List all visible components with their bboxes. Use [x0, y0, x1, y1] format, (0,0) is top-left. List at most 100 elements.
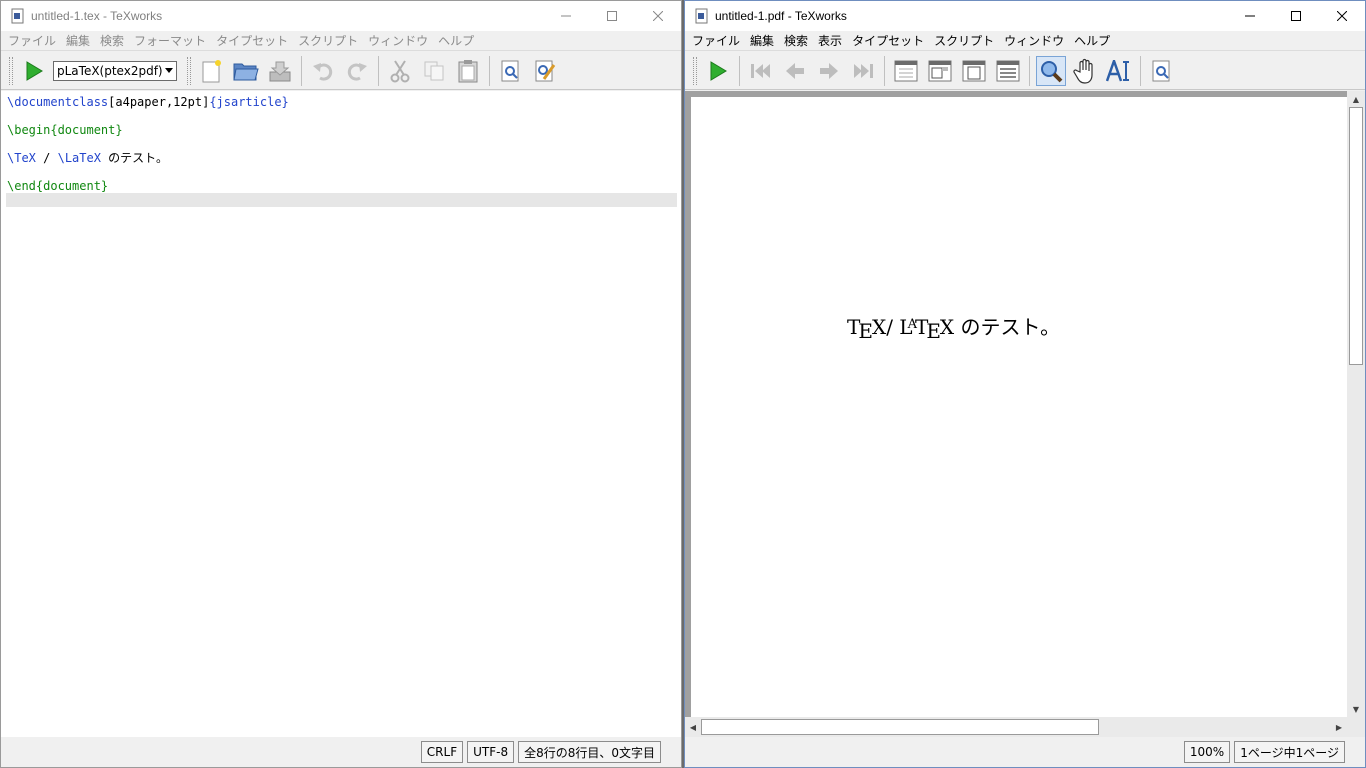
editor-menu-edit[interactable]: 編集	[61, 32, 95, 49]
editor-window-title: untitled-1.tex - TeXworks	[31, 9, 163, 23]
play-icon	[26, 60, 43, 81]
code-token: {document}	[35, 179, 109, 193]
fit-window-button[interactable]	[959, 56, 989, 86]
viewer-menu-view[interactable]: 表示	[813, 32, 847, 49]
scroll-left-arrow-icon[interactable]: ◀	[685, 719, 701, 735]
source-editor[interactable]: \documentclass[a4paper,12pt]{jsarticle} …	[1, 91, 681, 737]
current-line-highlight	[6, 193, 677, 207]
viewer-menubar: ファイル 編集 検索 表示 タイプセット スクリプト ウィンドウ ヘルプ	[685, 31, 1365, 51]
viewer-menu-help[interactable]: ヘルプ	[1069, 32, 1115, 49]
texworks-app-icon	[11, 8, 25, 24]
play-icon	[710, 60, 727, 81]
save-button[interactable]	[265, 56, 295, 86]
viewer-menu-edit[interactable]: 編集	[745, 32, 779, 49]
undo-button[interactable]	[308, 56, 338, 86]
scroll-tool-button[interactable]	[1070, 56, 1100, 86]
next-page-button[interactable]	[814, 56, 844, 86]
toolbar-separator	[1140, 55, 1141, 86]
undo-icon	[313, 62, 333, 81]
editor-menu-typeset[interactable]: タイプセット	[211, 32, 293, 49]
editor-maximize-button[interactable]	[589, 1, 635, 31]
viewer-maximize-button[interactable]	[1273, 1, 1319, 31]
toolbar-separator	[489, 55, 490, 86]
cursor-position-indicator[interactable]: 全8行の8行目、0文字目	[518, 741, 661, 763]
editor-menu-scripts[interactable]: スクリプト	[293, 32, 363, 49]
viewer-minimize-button[interactable]	[1227, 1, 1273, 31]
editor-menubar: ファイル 編集 検索 フォーマット タイプセット スクリプト ウィンドウ ヘルプ	[1, 31, 681, 51]
first-page-icon	[751, 63, 770, 78]
encoding-indicator[interactable]: UTF-8	[467, 741, 515, 763]
editor-menu-format[interactable]: フォーマット	[129, 32, 211, 49]
code-token: \end	[7, 179, 36, 193]
editor-menu-help[interactable]: ヘルプ	[433, 32, 479, 49]
typeset-button[interactable]	[19, 56, 49, 86]
find-icon	[1152, 60, 1170, 81]
redo-icon	[347, 62, 367, 81]
line-ending-indicator[interactable]: CRLF	[420, 741, 464, 763]
find-icon	[501, 60, 519, 81]
actual-size-icon	[894, 60, 918, 81]
viewer-menu-window[interactable]: ウィンドウ	[999, 32, 1069, 49]
toolbar-grip[interactable]	[187, 56, 191, 85]
vertical-scroll-thumb[interactable]	[1349, 107, 1363, 365]
pdf-viewer-window: untitled-1.pdf - TeXworks ファイル 編集 検索 表示 …	[684, 0, 1366, 768]
editor-menu-window[interactable]: ウィンドウ	[363, 32, 433, 49]
editor-close-button[interactable]	[635, 1, 681, 31]
zoom-indicator[interactable]: 100%	[1183, 741, 1231, 763]
editor-window: untitled-1.tex - TeXworks ファイル 編集 検索 フォー…	[0, 0, 682, 768]
copy-button[interactable]	[419, 56, 449, 86]
pdf-text-suffix: のテスト。	[954, 315, 1061, 339]
viewer-close-button[interactable]	[1319, 1, 1365, 31]
scroll-up-arrow-icon[interactable]: ▲	[1348, 91, 1364, 107]
horizontal-scroll-thumb[interactable]	[701, 719, 1099, 735]
fit-content-button[interactable]	[993, 56, 1023, 86]
texworks-app-icon	[695, 8, 709, 24]
paste-icon	[458, 59, 478, 82]
scroll-right-arrow-icon[interactable]: ▶	[1331, 719, 1347, 735]
open-button[interactable]	[231, 56, 261, 86]
editor-minimize-button[interactable]	[543, 1, 589, 31]
find-button[interactable]	[496, 56, 526, 86]
scrollbar-corner	[1347, 717, 1365, 737]
viewer-find-button[interactable]	[1147, 56, 1177, 86]
page-indicator[interactable]: 1ページ中1ページ	[1234, 741, 1345, 763]
replace-button[interactable]	[530, 56, 560, 86]
editor-menu-file[interactable]: ファイル	[3, 32, 61, 49]
select-text-tool-button[interactable]	[1104, 56, 1134, 86]
code-token: {document}	[50, 123, 123, 137]
viewer-menu-scripts[interactable]: スクリプト	[929, 32, 999, 49]
viewer-menu-file[interactable]: ファイル	[687, 32, 745, 49]
previous-page-button[interactable]	[780, 56, 810, 86]
text-select-icon	[1106, 59, 1129, 81]
vertical-scrollbar[interactable]: ▲ ▼	[1347, 91, 1365, 717]
editor-menu-search[interactable]: 検索	[95, 32, 129, 49]
viewer-menu-typeset[interactable]: タイプセット	[847, 32, 929, 49]
typeset-engine-select[interactable]: pLaTeX(ptex2pdf)	[53, 60, 177, 81]
editor-titlebar[interactable]: untitled-1.tex - TeXworks	[1, 1, 681, 31]
cut-icon	[390, 59, 410, 82]
editor-toolbar: pLaTeX(ptex2pdf)	[1, 52, 681, 90]
editor-statusbar: CRLF UTF-8 全8行の8行目、0文字目	[1, 737, 681, 767]
fit-width-button[interactable]	[925, 56, 955, 86]
viewer-titlebar[interactable]: untitled-1.pdf - TeXworks	[685, 1, 1365, 31]
pdf-page[interactable]: TEX/ LATEX のテスト。	[691, 97, 1347, 717]
typeset-engine-value: pLaTeX(ptex2pdf)	[57, 63, 163, 78]
viewer-menu-search[interactable]: 検索	[779, 32, 813, 49]
pdf-view-area[interactable]: TEX/ LATEX のテスト。 ▲ ▼ ◀ ▶	[685, 91, 1365, 737]
copy-icon	[424, 61, 444, 80]
viewer-typeset-button[interactable]	[703, 56, 733, 86]
cut-button[interactable]	[385, 56, 415, 86]
redo-button[interactable]	[342, 56, 372, 86]
toolbar-grip[interactable]	[9, 56, 13, 85]
viewer-toolbar	[685, 52, 1365, 90]
source-line-3: \begin{document}	[7, 123, 123, 137]
horizontal-scrollbar[interactable]: ◀ ▶	[685, 717, 1347, 737]
paste-button[interactable]	[453, 56, 483, 86]
first-page-button[interactable]	[746, 56, 776, 86]
actual-size-button[interactable]	[891, 56, 921, 86]
toolbar-grip[interactable]	[693, 56, 697, 85]
scroll-down-arrow-icon[interactable]: ▼	[1348, 701, 1364, 717]
magnify-tool-button[interactable]	[1036, 55, 1066, 86]
new-document-button[interactable]	[197, 56, 227, 86]
last-page-button[interactable]	[848, 56, 878, 86]
